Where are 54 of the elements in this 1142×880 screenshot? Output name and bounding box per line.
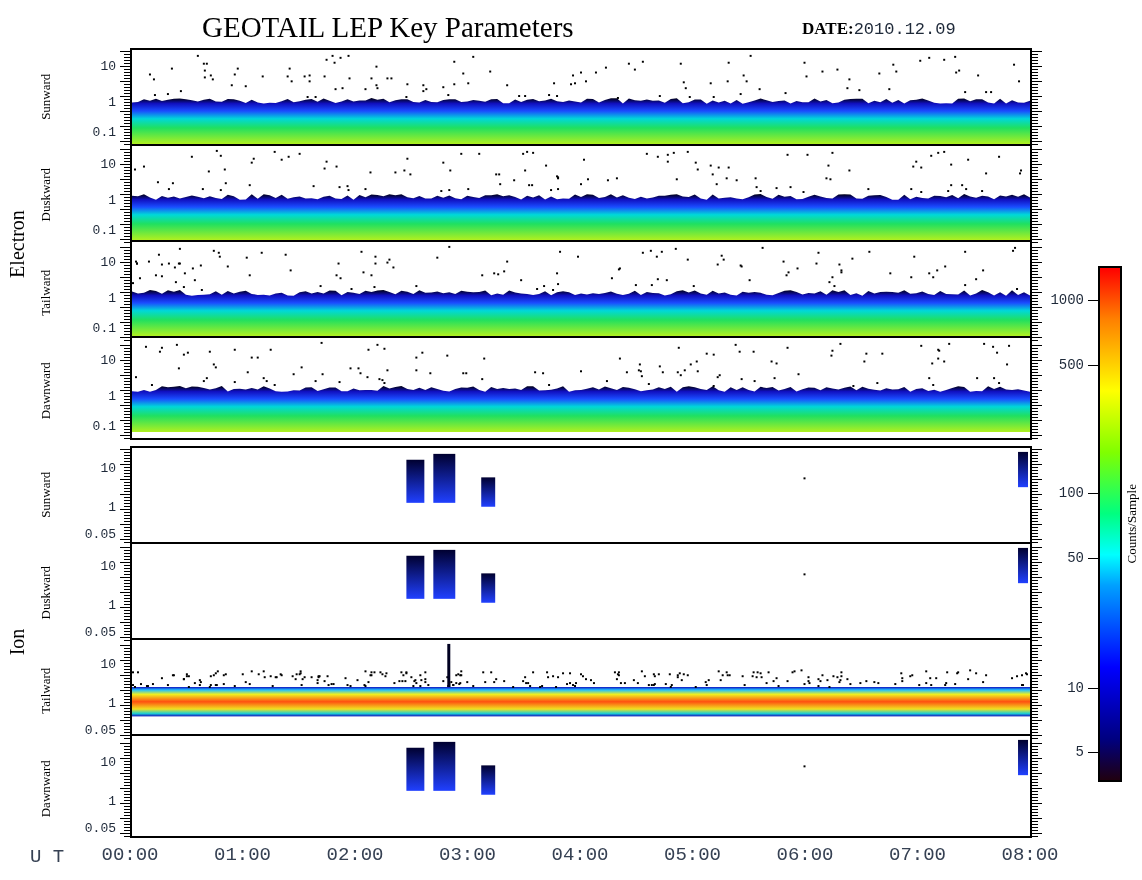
y-tick-label: 10 [100, 255, 116, 269]
direction-label: Duskward [37, 566, 55, 620]
x-tick-label: 03:00 [439, 846, 496, 865]
colorbar-tick-label: 100 [1058, 486, 1084, 501]
x-tick-label: 08:00 [1001, 846, 1059, 865]
colorbar-tick-label: 10 [1067, 680, 1084, 695]
x-tick-label: 02:00 [326, 846, 384, 865]
y-tick-label: 10 [100, 755, 116, 769]
x-tick-label: 04:00 [551, 846, 609, 865]
y-tick-label: 10 [100, 59, 116, 73]
y-tick-label: 1 [108, 598, 116, 612]
y-tick-label: 10 [100, 559, 116, 573]
y-tick-label: 1 [108, 794, 116, 808]
y-tick-label: 1 [108, 95, 116, 109]
y-tick-label: 0.1 [92, 223, 116, 237]
axis-label: U T [29, 844, 66, 870]
direction-label: Dawnward [37, 362, 55, 420]
y-tick-label: 1 [108, 193, 116, 207]
y-tick-label: 0.1 [92, 321, 116, 335]
y-tick-label: 10 [100, 157, 116, 171]
species-label: Electron [5, 210, 29, 278]
species-label: Ion [5, 628, 29, 656]
y-tick-label: 1 [108, 696, 116, 710]
colorbar-tick-label: 1000 [1050, 293, 1084, 308]
direction-label: Duskward [37, 168, 55, 222]
y-tick-label: 0.05 [84, 821, 116, 835]
direction-label: Tailward [37, 270, 55, 316]
direction-label: Sunward [37, 471, 55, 519]
x-tick-label: 00:00 [101, 846, 159, 865]
chart-title: GEOTAIL LEP Key Parameters [202, 13, 575, 45]
y-tick-label: 0.05 [84, 527, 116, 541]
y-tick-label: 0.05 [84, 723, 116, 737]
y-tick-label: 0.1 [92, 419, 116, 433]
y-tick-label: 0.1 [92, 125, 116, 139]
x-tick-label: 07:00 [889, 846, 946, 865]
colorbar-label: Counts/Sample [1123, 484, 1141, 564]
x-tick-label: 06:00 [776, 846, 834, 865]
direction-label: Sunward [37, 73, 55, 121]
y-tick-label: 1 [108, 389, 116, 403]
y-tick-label: 0.05 [84, 625, 116, 639]
y-tick-label: 10 [100, 461, 116, 475]
colorbar-tick-label: 500 [1058, 357, 1084, 372]
y-tick-label: 10 [100, 657, 116, 671]
date-value: 2010.12.09 [853, 18, 956, 41]
colorbar-tick-label: 5 [1075, 745, 1084, 760]
direction-label: Tailward [37, 668, 55, 714]
direction-label: Dawnward [37, 760, 55, 818]
y-tick-label: 1 [108, 500, 116, 514]
x-tick-label: 05:00 [664, 846, 721, 865]
x-tick-label: 01:00 [214, 846, 271, 865]
date-label: DATE: [802, 17, 854, 40]
y-tick-label: 10 [100, 353, 116, 367]
colorbar-tick-label: 50 [1067, 550, 1084, 565]
y-tick-label: 1 [108, 291, 116, 305]
